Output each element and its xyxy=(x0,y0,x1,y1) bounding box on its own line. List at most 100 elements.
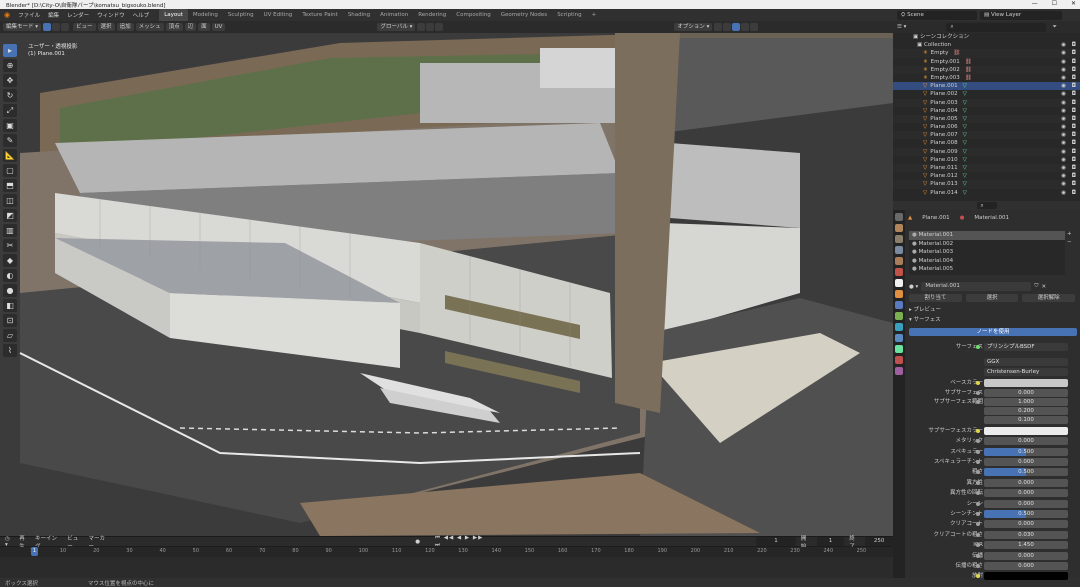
properties-search-input[interactable]: ⌕ xyxy=(976,202,997,209)
cursor-tool-icon[interactable]: ⊕ xyxy=(3,59,17,72)
filter-icon[interactable]: ⏷ xyxy=(1052,24,1056,31)
render-camera-icon[interactable]: ◘ xyxy=(1072,172,1076,180)
rip-tool-icon[interactable]: ⌇ xyxy=(3,344,17,357)
mesh-data-icon[interactable]: ▽ xyxy=(963,157,967,163)
remove-slot-icon[interactable]: − xyxy=(1067,239,1077,247)
value-slider[interactable]: 0.500 xyxy=(984,468,1068,477)
visibility-eye-icon[interactable]: ◉ xyxy=(1061,164,1066,172)
tab-texture-paint[interactable]: Texture Paint xyxy=(297,9,343,21)
timeline-ruler[interactable]: 1102030405060708090100110120130140150160… xyxy=(0,547,893,557)
output-tab-icon[interactable] xyxy=(895,235,903,243)
move-tool-icon[interactable]: ✥ xyxy=(3,74,17,87)
tab-sculpting[interactable]: Sculpting xyxy=(223,9,259,21)
add-slot-icon[interactable]: + xyxy=(1067,231,1077,239)
mesh-data-icon[interactable]: ▽ xyxy=(963,173,967,179)
render-camera-icon[interactable]: ◘ xyxy=(1072,156,1076,164)
value-slider[interactable]: 0.000 xyxy=(984,499,1068,508)
outliner-item[interactable]: ▽ Plane.011 ▽ ◉ ◘ xyxy=(893,164,1080,173)
shrink-tool-icon[interactable]: ⊡ xyxy=(3,314,17,327)
material-slot[interactable]: ● Material.001 xyxy=(909,231,1065,240)
bevel-tool-icon[interactable]: ◩ xyxy=(3,209,17,222)
spin-tool-icon[interactable]: ◐ xyxy=(3,269,17,282)
menu-render[interactable]: レンダー xyxy=(63,11,93,19)
annotate-tool-icon[interactable]: ✎ xyxy=(3,134,17,147)
visibility-eye-icon[interactable]: ◉ xyxy=(1061,49,1066,57)
material-slot[interactable]: ● Material.002 xyxy=(909,240,1065,249)
world-tab-icon[interactable] xyxy=(895,268,903,276)
fake-user-icon[interactable]: ⛉ xyxy=(1034,283,1038,290)
socket-icon[interactable] xyxy=(976,501,980,506)
mesh-data-icon[interactable]: ▽ xyxy=(963,116,967,122)
outliner-item[interactable]: ✳ Empty.001 ⛓ ◉ ◘ xyxy=(893,58,1080,66)
select-tool-icon[interactable]: ▸ xyxy=(3,44,17,57)
measure-tool-icon[interactable]: 📐 xyxy=(3,149,17,162)
tab-scripting[interactable]: Scripting xyxy=(552,9,586,21)
mesh-data-icon[interactable]: ▽ xyxy=(963,181,967,187)
render-camera-icon[interactable]: ◘ xyxy=(1072,139,1076,147)
outliner-item[interactable]: ▽ Plane.013 ▽ ◉ ◘ xyxy=(893,180,1080,189)
visibility-eye-icon[interactable]: ◉ xyxy=(1061,148,1066,156)
outliner-splitter[interactable]: ⌕ xyxy=(893,201,1080,210)
outliner-editor-icon[interactable]: ☰ ▾ xyxy=(897,24,906,30)
color-swatch[interactable] xyxy=(984,379,1068,387)
mesh-data-icon[interactable]: ▽ xyxy=(963,149,967,155)
render-camera-icon[interactable]: ◘ xyxy=(1072,123,1076,131)
extrude-tool-icon[interactable]: ⬒ xyxy=(3,179,17,192)
mesh-data-icon[interactable]: ▽ xyxy=(963,132,967,138)
render-camera-icon[interactable]: ◘ xyxy=(1072,115,1076,123)
mesh-data-icon[interactable]: ▽ xyxy=(963,108,967,114)
pivot-icon[interactable] xyxy=(417,23,426,31)
render-camera-icon[interactable]: ◘ xyxy=(1072,74,1076,82)
outliner-item[interactable]: ▽ Plane.006 ▽ ◉ ◘ xyxy=(893,123,1080,131)
distribution-dropdown[interactable]: GGX xyxy=(984,358,1068,366)
constraint-icon[interactable]: ⛓ xyxy=(953,50,960,56)
knife-tool-icon[interactable]: ✂ xyxy=(3,239,17,252)
outliner-item[interactable]: ✳ Empty ⛓ ◉ ◘ xyxy=(893,49,1080,58)
unlink-icon[interactable]: ✕ xyxy=(1041,284,1046,290)
constraint-icon[interactable]: ⛓ xyxy=(965,75,972,81)
color-swatch[interactable] xyxy=(984,426,1068,435)
menu-window[interactable]: ウィンドウ xyxy=(93,11,129,19)
value-slider[interactable]: 0.000 xyxy=(984,489,1068,498)
value-slider[interactable]: 0.500 xyxy=(984,510,1068,518)
material-browse-icon[interactable]: ● ▾ xyxy=(909,284,918,290)
3d-viewport[interactable] xyxy=(0,33,893,536)
menu-add[interactable]: 追加 xyxy=(116,23,134,31)
render-camera-icon[interactable]: ◘ xyxy=(1072,164,1076,172)
select-button[interactable]: 選択 xyxy=(965,293,1019,302)
visibility-eye-icon[interactable]: ◉ xyxy=(1061,66,1066,74)
visibility-eye-icon[interactable]: ◉ xyxy=(1061,115,1066,123)
deselect-button[interactable]: 選択解除 xyxy=(1022,293,1076,302)
value-slider[interactable]: 0.000 xyxy=(984,478,1068,487)
socket-icon[interactable] xyxy=(976,449,980,454)
start-frame-field[interactable]: 1 xyxy=(816,537,845,546)
edge-select-icon[interactable] xyxy=(52,23,61,31)
visibility-eye-icon[interactable]: ◉ xyxy=(1061,180,1066,188)
value-slider[interactable]: 1.450 xyxy=(984,541,1068,550)
menu-select[interactable]: 選択 xyxy=(97,23,115,31)
value-slider[interactable]: 0.000 xyxy=(984,437,1068,446)
edge-slide-tool-icon[interactable]: ◧ xyxy=(3,299,17,312)
outliner-item[interactable]: ▽ Plane.004 ▽ ◉ ◘ xyxy=(893,107,1080,115)
preview-panel-header[interactable]: ▸ プレビュー xyxy=(909,305,941,313)
menu-mesh[interactable]: メッシュ xyxy=(135,23,164,31)
particle-tab-icon[interactable] xyxy=(895,312,903,320)
material-tab-icon[interactable] xyxy=(895,356,903,364)
proportional-edit-icon[interactable] xyxy=(435,23,444,31)
menu-help[interactable]: ヘルプ xyxy=(129,11,154,19)
tab-compositing[interactable]: Compositing xyxy=(451,9,495,21)
menu-vertex[interactable]: 頂点 xyxy=(165,23,183,31)
assign-button[interactable]: 割り当て xyxy=(909,293,962,302)
poly-build-tool-icon[interactable]: ◆ xyxy=(3,254,17,267)
value-slider[interactable]: 0.000 xyxy=(984,389,1068,398)
timeline-editor-icon[interactable]: ◷ ▾ xyxy=(5,536,14,548)
outliner-item[interactable]: ▽ Plane.007 ▽ ◉ ◘ xyxy=(893,131,1080,140)
tab-geometry-nodes[interactable]: Geometry Nodes xyxy=(496,9,552,21)
shear-tool-icon[interactable]: ▱ xyxy=(3,329,17,342)
timeline-area[interactable] xyxy=(0,557,893,578)
visibility-eye-icon[interactable]: ◉ xyxy=(1061,189,1066,197)
subsurface-method-dropdown[interactable]: Christensen-Burley xyxy=(984,368,1068,376)
scale-tool-icon[interactable]: ⤢ xyxy=(3,104,17,117)
visibility-eye-icon[interactable]: ◉ xyxy=(1061,172,1066,180)
transform-orientation[interactable]: グローバル ▾ xyxy=(377,23,416,31)
